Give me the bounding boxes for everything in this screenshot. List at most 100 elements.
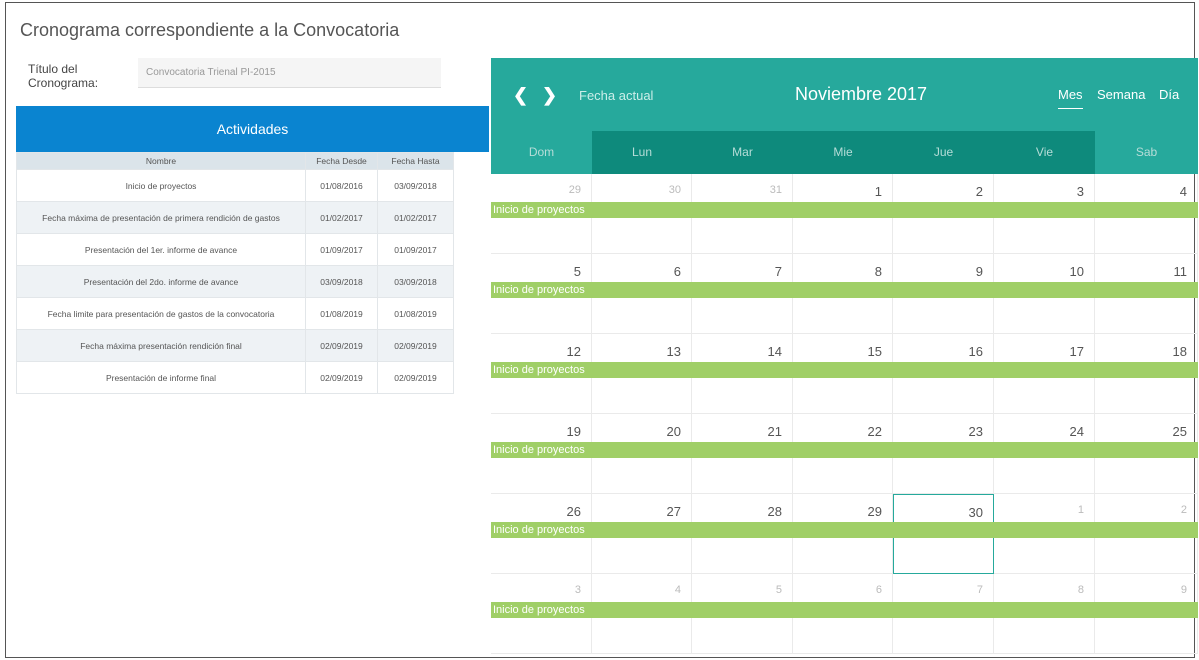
day-number: 19 [566,424,581,439]
event-bar[interactable]: Inicio de proyectos [491,282,1198,298]
day-number: 1 [1077,504,1084,516]
day-number: 3 [1076,184,1084,199]
table-cell: 02/09/2019 [377,361,454,394]
day-number: 7 [976,584,983,596]
table-row[interactable]: Fecha máxima de presentación de primera … [16,201,454,234]
calendar: ❮ ❯ Fecha actual Noviembre 2017 Mes Sema… [491,58,1198,654]
table-cell: 01/09/2017 [305,233,378,266]
day-number: 2 [1180,504,1187,516]
month-title: Noviembre 2017 [794,84,928,104]
day-number: 20 [666,424,681,439]
activities-table: Nombre Fecha Desde Fecha Hasta Inicio de p… [16,152,454,394]
table-cell: 02/09/2019 [305,329,378,362]
weekday-label: Mie [793,131,893,174]
view-day-button[interactable]: Día [1159,87,1179,102]
day-number: 6 [875,584,882,596]
day-number: 5 [775,584,782,596]
day-number: 8 [1077,584,1084,596]
day-number: 4 [674,584,681,596]
event-bar[interactable]: Inicio de proyectos [491,522,1198,538]
day-number: 17 [1069,344,1084,359]
day-number: 7 [774,264,782,279]
table-cell: 02/09/2019 [305,361,378,394]
day-number: 9 [1180,584,1187,596]
table-cell: 01/09/2017 [377,233,454,266]
table-cell: 03/09/2018 [377,265,454,298]
column-header[interactable]: Nombre [16,152,306,170]
day-number: 1 [874,184,882,199]
table-row[interactable]: Fecha máxima presentación rendición fina… [16,329,454,362]
day-number: 24 [1069,424,1084,439]
schedule-title-label: Título del Cronograma: [28,62,128,90]
day-number: 9 [975,264,983,279]
day-number: 14 [767,344,782,359]
day-number: 10 [1069,264,1084,279]
event-bar[interactable]: Inicio de proyectos [491,442,1198,458]
event-bar[interactable]: Inicio de proyectos [491,202,1198,218]
table-cell: Presentación del 2do. informe de avance [16,265,306,298]
weekday-label: Jue [893,131,994,174]
event-bar[interactable]: Inicio de proyectos [491,602,1198,618]
day-number: 6 [673,264,681,279]
day-number: 3 [574,584,581,596]
day-number: 15 [867,344,882,359]
activities-header: Actividades [16,106,489,152]
table-row[interactable]: Fecha limite para presentación de gastos… [16,297,454,330]
day-number: 30 [668,184,681,196]
day-number: 23 [968,424,983,439]
day-number: 26 [566,504,581,519]
week-row: 3 4 5 6 7 8 9 Inicio de proyectos [491,574,1198,654]
weekday-label: Vie [994,131,1095,174]
weekday-label: Sab [1095,131,1198,174]
column-header[interactable]: Fecha Hasta [377,152,454,170]
day-number: 30 [968,505,983,520]
table-cell: 03/09/2018 [305,265,378,298]
page-title: Cronograma correspondiente a la Convocat… [20,20,400,40]
table-cell: 01/08/2016 [305,169,378,202]
table-cell: 02/09/2019 [377,329,454,362]
day-number: 16 [968,344,983,359]
table-cell: 03/09/2018 [377,169,454,202]
label-line-2: Cronograma: [28,76,99,90]
table-row[interactable]: Presentación del 1er. informe de avance 0… [16,233,454,266]
day-number: 8 [874,264,882,279]
weekday-header: Dom Lun Mar Mie Jue Vie Sab [491,131,1198,174]
day-number: 25 [1172,424,1187,439]
day-number: 11 [1173,264,1188,279]
event-bar[interactable]: Inicio de proyectos [491,362,1198,378]
day-number: 2 [975,184,983,199]
view-month-button[interactable]: Mes [1058,87,1083,109]
table-row[interactable]: Inicio de proyectos 01/08/2016 03/09/2018 [16,169,454,202]
table-row[interactable]: Presentación de informe final 02/09/2019 0… [16,361,454,394]
day-number: 22 [867,424,882,439]
label-line-1: Título del [28,62,78,76]
week-row: 26 27 28 29 30 1 2 Inicio de proyectos [491,494,1198,574]
table-cell: Inicio de proyectos [16,169,306,202]
week-row: 12 13 14 15 16 17 18 Inicio de proyectos [491,334,1198,414]
column-header[interactable]: Fecha Desde [305,152,378,170]
weekday-label: Lun [592,131,692,174]
day-number: 13 [666,344,681,359]
table-cell: Presentación del 1er. informe de avance [16,233,306,266]
day-number: 29 [867,504,882,519]
day-number: 18 [1172,344,1187,359]
weekday-label: Dom [491,131,592,174]
month-grid: 29 30 31 1 2 3 4 Inicio de proyectos 5 6 7 8 9 10 11 In… [491,174,1198,654]
table-row[interactable]: Presentación del 2do. informe de avance 0… [16,265,454,298]
week-row: 19 20 21 22 23 24 25 Inicio de proyectos [491,414,1198,494]
view-week-button[interactable]: Semana [1097,87,1145,102]
day-number: 5 [573,264,581,279]
day-number: 4 [1179,184,1187,199]
table-cell: 01/02/2017 [305,201,378,234]
table-cell: Fecha máxima presentación rendición fina… [16,329,306,362]
schedule-title-field[interactable]: Convocatoria Trienal PI-2015 [138,58,441,88]
week-row: 5 6 7 8 9 10 11 Inicio de proyectos [491,254,1198,334]
table-cell: Fecha máxima de presentación de primera … [16,201,306,234]
week-row: 29 30 31 1 2 3 4 Inicio de proyectos [491,174,1198,254]
table-cell: 01/08/2019 [377,297,454,330]
day-number: 27 [666,504,681,519]
table-cell: Presentación de informe final [16,361,306,394]
day-number: 31 [769,184,782,196]
day-number: 28 [767,504,782,519]
table-cell: Fecha limite para presentación de gastos… [16,297,306,330]
